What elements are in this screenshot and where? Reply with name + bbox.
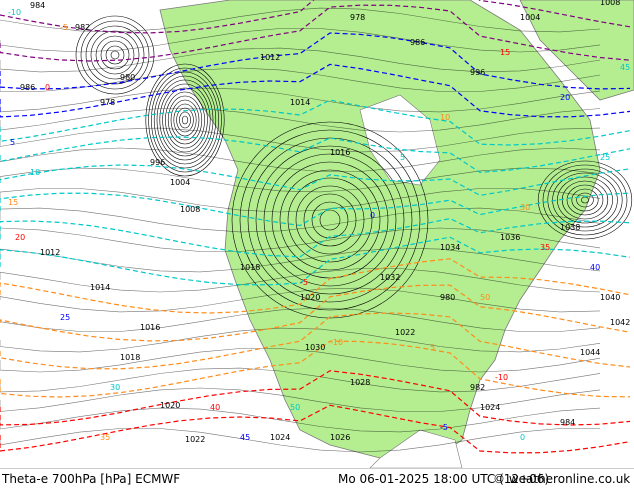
pressure-label: 1040 <box>600 293 620 302</box>
pressure-label: 982 <box>75 23 90 32</box>
pressure-label: 978 <box>100 98 115 107</box>
pressure-label: 1022 <box>395 328 415 337</box>
theta-label: 15 <box>500 48 510 57</box>
pressure-label: 978 <box>350 13 365 22</box>
theta-label: 5 <box>10 138 15 147</box>
theta-label: 20 <box>15 233 25 242</box>
pressure-label: 986 <box>410 38 425 47</box>
theta-label: -5 <box>60 23 68 32</box>
theta-label: -5 <box>300 278 308 287</box>
map-svg: 984 982 980 978 986 996 1004 1008 1012 1014 1016 10… <box>0 0 634 468</box>
pressure-label: 1028 <box>350 378 370 387</box>
pressure-label: 1042 <box>610 318 630 327</box>
pressure-label: 996 <box>150 158 165 167</box>
isobar-ring <box>100 40 130 70</box>
theta-label: 20 <box>560 93 570 102</box>
pressure-label: 1008 <box>180 205 200 214</box>
isobar-ring <box>179 111 191 129</box>
weather-map[interactable]: 984 982 980 978 986 996 1004 1008 1012 1014 1016 10… <box>0 0 634 468</box>
isobar-ring <box>170 99 200 141</box>
pressure-label: 1016 <box>140 323 160 332</box>
pressure-label: 1012 <box>40 248 60 257</box>
pressure-label: 1004 <box>170 178 190 187</box>
pressure-label: 1034 <box>440 243 460 252</box>
pressure-label: 1022 <box>185 435 205 444</box>
isobar-ring <box>85 25 145 85</box>
theta-label: 50 <box>290 403 300 412</box>
pressure-label: 984 <box>560 418 575 427</box>
pressure-label: 1004 <box>520 13 540 22</box>
pressure-label: 1024 <box>270 433 290 442</box>
pressure-label: 996 <box>470 68 485 77</box>
pressure-label: 1026 <box>330 433 350 442</box>
map-title: Theta-e 700hPa [hPa] ECMWF <box>2 472 181 486</box>
theta-label: 50 <box>480 293 490 302</box>
pressure-label: 1030 <box>305 343 325 352</box>
theta-label: 30 <box>110 383 120 392</box>
pressure-label: 982 <box>470 383 485 392</box>
pressure-label: 980 <box>440 293 455 302</box>
theta-label: 40 <box>210 403 220 412</box>
pressure-label: 1036 <box>500 233 520 242</box>
theta-label: 30 <box>520 203 530 212</box>
theta-label: 0 <box>520 433 525 442</box>
theta-label: 0 <box>45 83 50 92</box>
theta-label: 5 <box>430 343 435 352</box>
theta-label: -10 <box>495 373 508 382</box>
theta-label: 5 <box>400 153 405 162</box>
pressure-label: 980 <box>120 73 135 82</box>
theta-label: -5 <box>440 423 448 432</box>
isobar-ring <box>159 83 211 157</box>
pressure-label: 986 <box>20 83 35 92</box>
map-footer: Theta-e 700hPa [hPa] ECMWF Mo 06-01-2025… <box>0 468 634 490</box>
theta-label: 15 <box>8 198 18 207</box>
theta-label: 0 <box>370 211 375 220</box>
theta-label: 10 <box>440 113 450 122</box>
isobar-ring <box>90 30 140 80</box>
pressure-label: 1038 <box>560 223 580 232</box>
theta-label: 10 <box>30 168 40 177</box>
pressure-label: 1024 <box>480 403 500 412</box>
theta-label: 45 <box>240 433 250 442</box>
pressure-label: 1012 <box>260 53 280 62</box>
theta-label: -10 <box>8 8 21 17</box>
theta-label: 35 <box>100 433 110 442</box>
isobar-ring <box>162 87 208 153</box>
theta-label: 45 <box>620 63 630 72</box>
pressure-label: 984 <box>30 1 45 10</box>
pressure-label: 1008 <box>600 0 620 7</box>
theta-label: 35 <box>540 243 550 252</box>
pressure-label: 1044 <box>580 348 600 357</box>
pressure-label: 1014 <box>90 283 110 292</box>
isobar-ring <box>181 115 189 125</box>
theta-label: 25 <box>60 313 70 322</box>
pressure-label: 1018 <box>120 353 140 362</box>
pressure-label: 1032 <box>380 273 400 282</box>
theta-label: 25 <box>600 153 610 162</box>
isobar-line <box>0 428 600 453</box>
pressure-label: 1020 <box>160 401 180 410</box>
isobar-ring <box>110 50 120 60</box>
pressure-label: 1016 <box>330 148 350 157</box>
map-frame: 984 982 980 978 986 996 1004 1008 1012 1014 1016 10… <box>0 0 634 490</box>
pressure-label: 1014 <box>290 98 310 107</box>
isobar-ring <box>105 45 125 65</box>
pressure-label: 1020 <box>300 293 320 302</box>
pressure-label: 1018 <box>240 263 260 272</box>
theta-label: 40 <box>590 263 600 272</box>
site-credit[interactable]: © weatheronline.co.uk <box>493 472 630 486</box>
theta-label: -10 <box>330 338 343 347</box>
